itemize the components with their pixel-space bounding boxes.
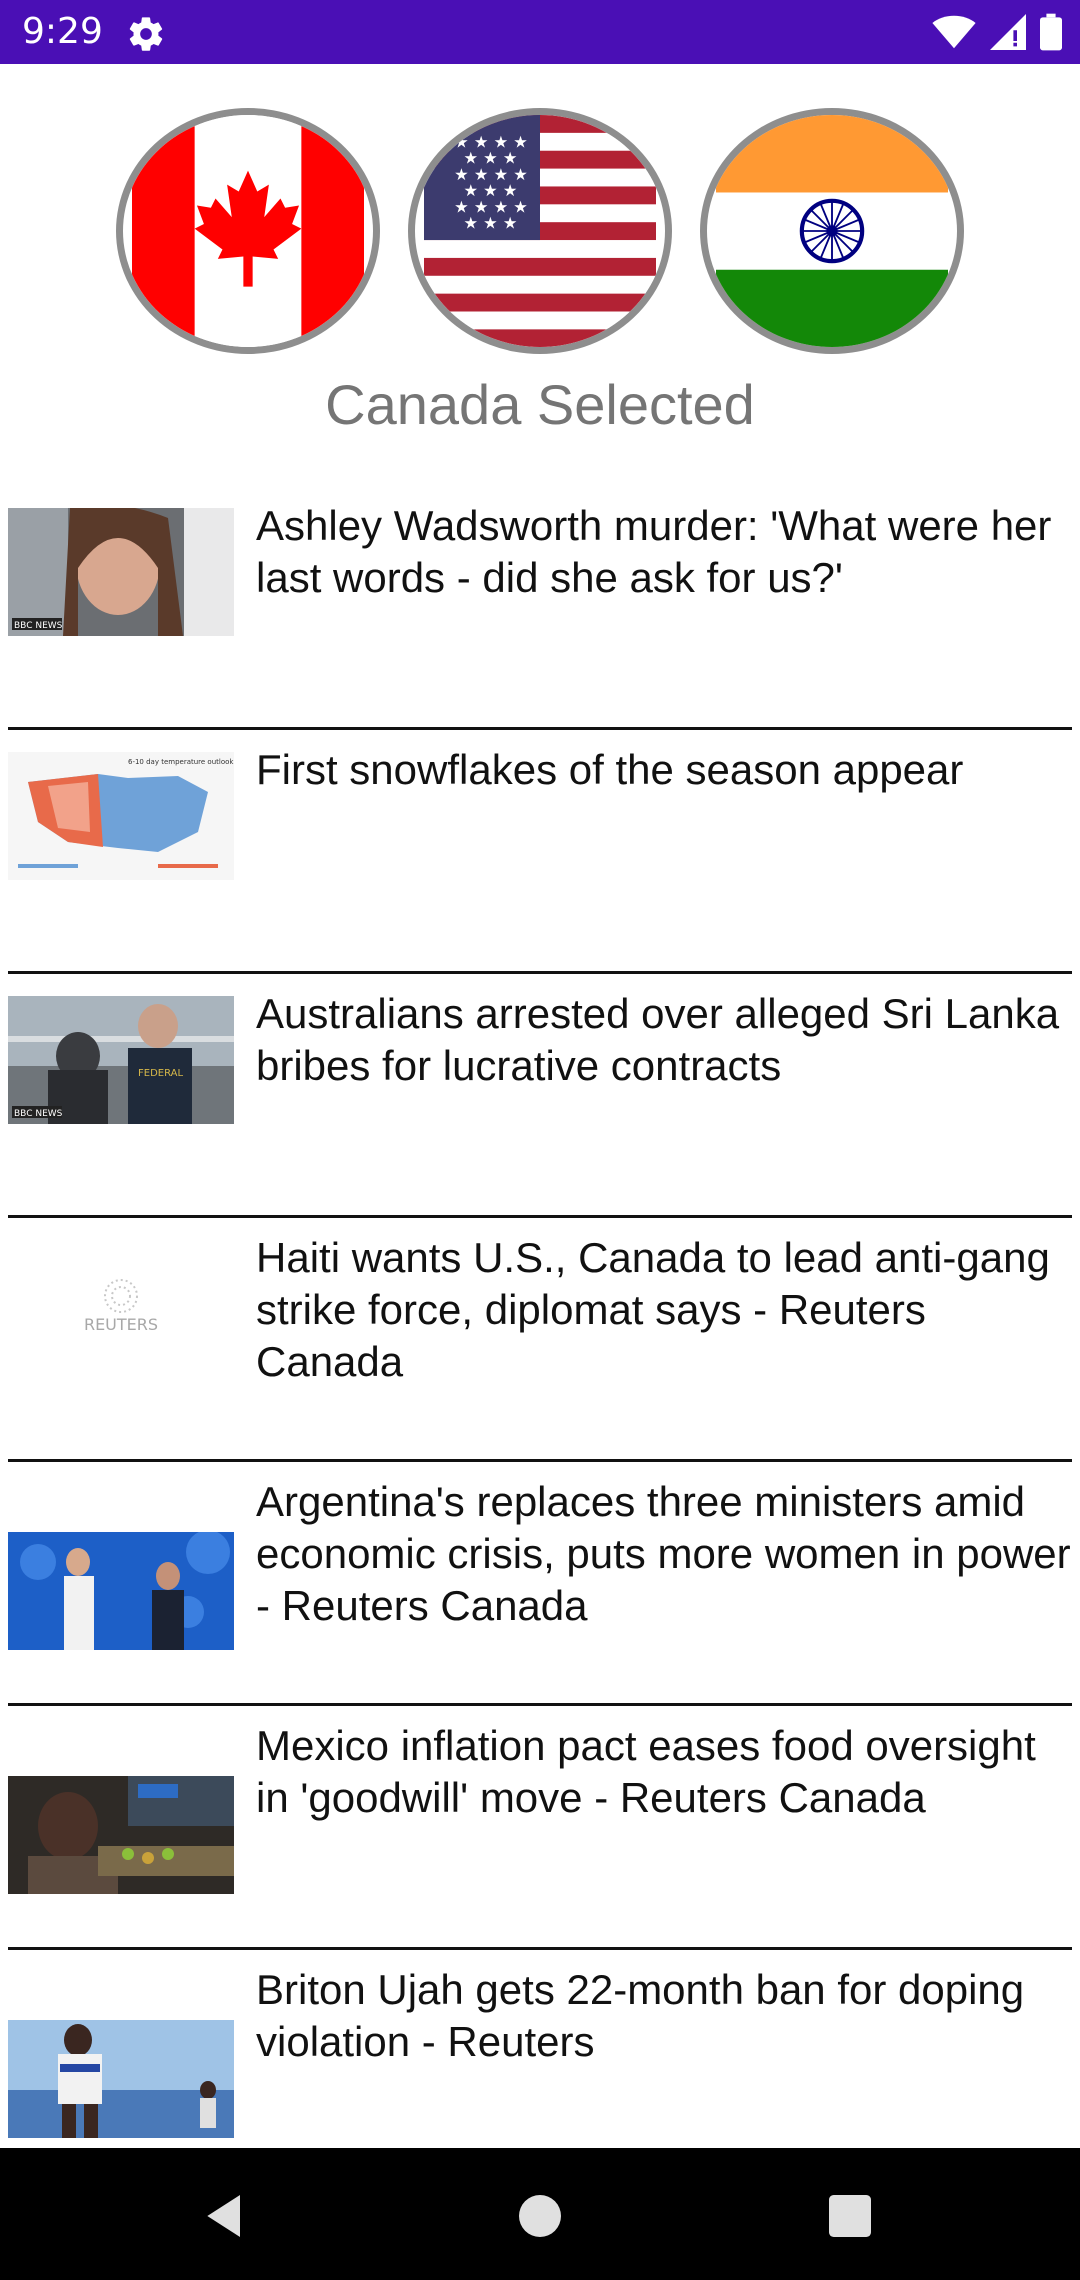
home-icon[interactable] [512,2188,568,2244]
news-item[interactable]: Mexico inflation pact eases food oversig… [0,1706,1080,1950]
svg-text:REUTERS: REUTERS [84,1315,158,1334]
country-selector: ★ ★ ★ ★ ★ ★ ★ ★ ★ ★ ★ ★ ★ ★ ★ ★ ★ ★ ★ ★ … [0,108,1080,358]
settings-icon [129,17,163,51]
india-flag-button[interactable] [700,108,964,354]
news-headline: Briton Ujah gets 22-month ban for doping… [256,1966,1025,2065]
news-thumbnail [8,1532,234,1650]
news-item[interactable]: BBC NEWS Ashley Wadsworth murder: 'What … [0,486,1080,730]
news-item[interactable]: Argentina's replaces three ministers ami… [0,1462,1080,1706]
news-thumbnail: FEDERAL BBC NEWS [8,996,234,1124]
usa-flag-button[interactable]: ★ ★ ★ ★ ★ ★ ★ ★ ★ ★ ★ ★ ★ ★ ★ ★ ★ ★ ★ ★ … [408,108,672,354]
news-thumbnail: 6-10 day temperature outlook [8,752,234,880]
news-list: BBC NEWS Ashley Wadsworth murder: 'What … [0,486,1080,2186]
news-thumbnail: BBC NEWS [8,508,234,636]
news-item[interactable]: 6-10 day temperature outlook First snowf… [0,730,1080,974]
svg-text:BBC NEWS: BBC NEWS [14,621,63,631]
canada-flag-icon [132,115,364,347]
news-headline: Mexico inflation pact eases food oversig… [256,1722,1036,1821]
recents-icon[interactable] [822,2188,878,2244]
news-thumbnail [8,2020,234,2138]
status-bar: 9:29 [0,0,1080,64]
svg-text:BBC NEWS: BBC NEWS [14,1109,63,1119]
usa-flag-icon: ★ ★ ★ ★ ★ ★ ★ ★ ★ ★ ★ ★ ★ ★ ★ ★ ★ ★ ★ ★ … [424,115,656,347]
canada-flag-button[interactable] [116,108,380,354]
news-thumbnail [8,1776,234,1894]
status-icons [932,12,1062,52]
svg-text:6-10 day temperature outlook: 6-10 day temperature outlook [128,758,234,766]
news-item[interactable]: REUTERS Haiti wants U.S., Canada to lead… [0,1218,1080,1462]
selected-country-label: Canada Selected [325,373,755,436]
svg-text:FEDERAL: FEDERAL [138,1068,183,1079]
signal-icon [990,14,1026,50]
news-item[interactable]: FEDERAL BBC NEWS Australians arrested ov… [0,974,1080,1218]
battery-icon [1040,13,1062,51]
status-time: 9:29 [22,11,103,52]
news-thumbnail: REUTERS [8,1240,234,1368]
news-headline: Haiti wants U.S., Canada to lead anti-ga… [256,1234,1050,1385]
navigation-bar [0,2148,1080,2280]
wifi-icon [932,15,976,49]
back-icon[interactable] [198,2188,254,2244]
news-headline: First snowflakes of the season appear [256,746,964,793]
news-headline: Australians arrested over alleged Sri La… [256,990,1060,1089]
svg-text:★ ★ ★: ★ ★ ★ [463,214,517,233]
news-headline: Argentina's replaces three ministers ami… [256,1478,1071,1629]
news-headline: Ashley Wadsworth murder: 'What were her … [256,502,1052,601]
india-flag-icon [716,115,948,347]
